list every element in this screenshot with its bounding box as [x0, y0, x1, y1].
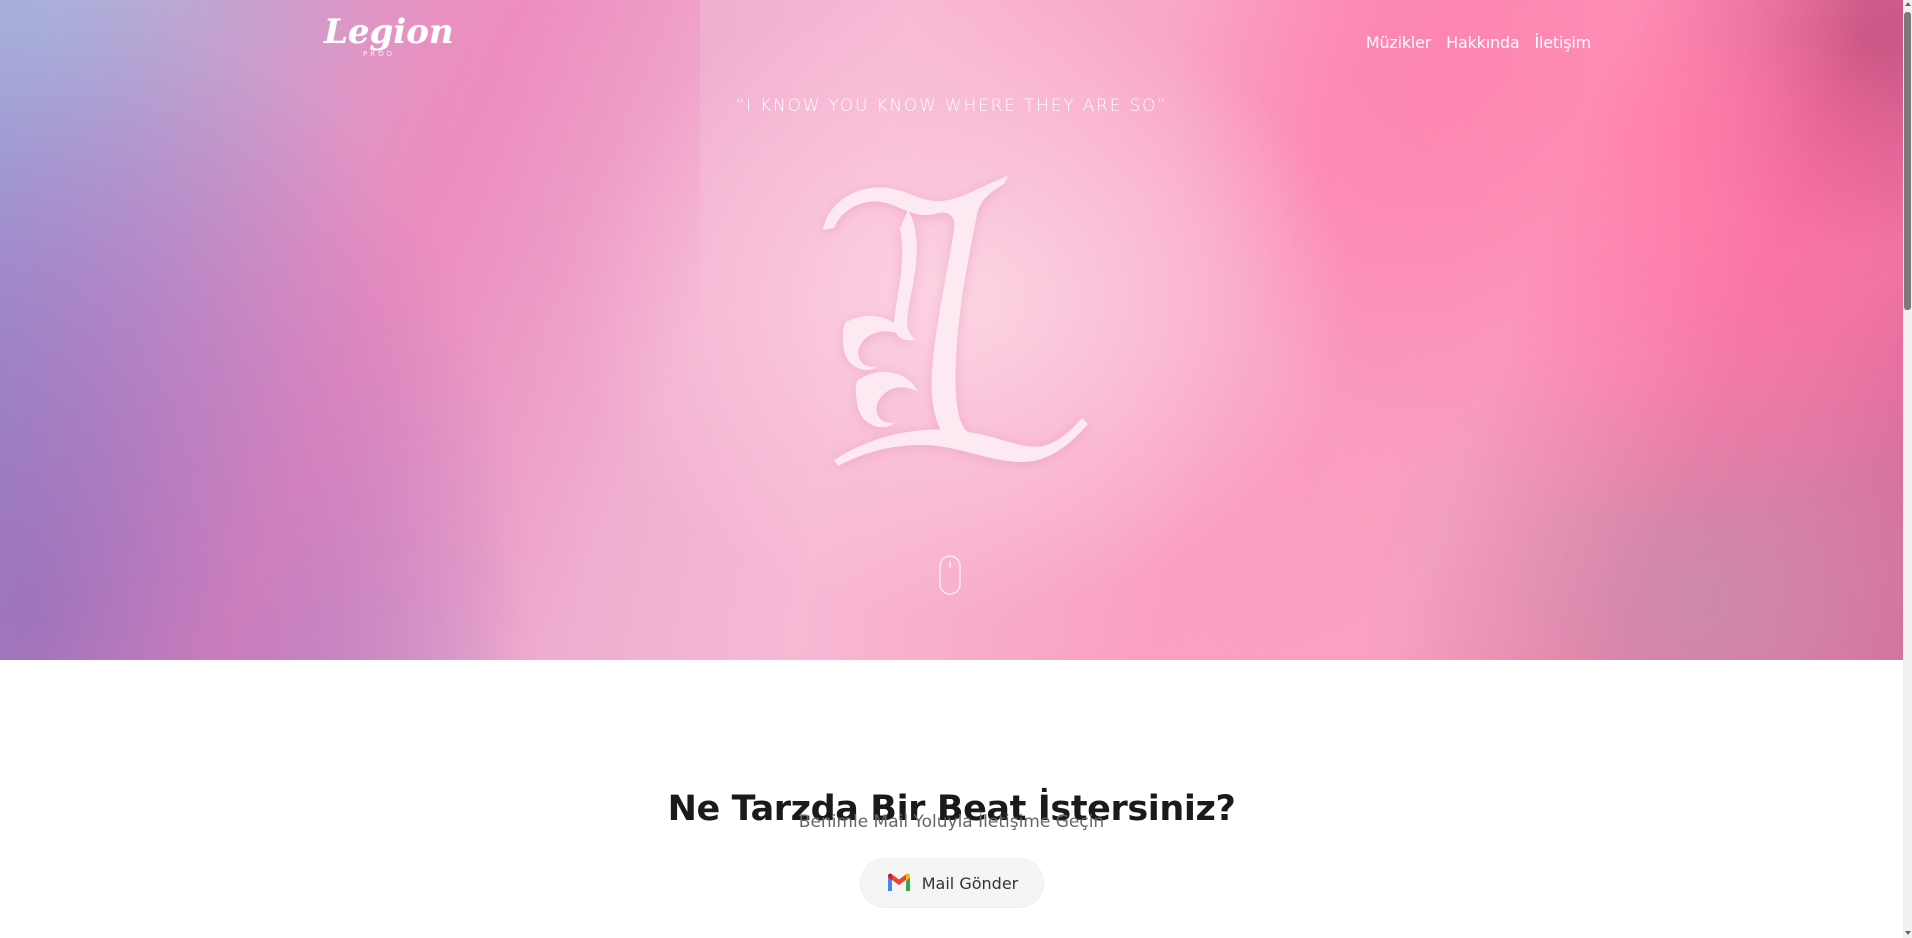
contact-subtitle: Benimle Mail Yoluyla İletişime Geçin	[798, 812, 1105, 832]
nav-item-muzikler[interactable]: Müzikler	[1366, 33, 1432, 52]
send-mail-label: Mail Gönder	[921, 873, 1019, 893]
mouse-scroll-icon[interactable]	[939, 555, 961, 595]
nav-item-iletisim[interactable]: İletişim	[1535, 33, 1592, 52]
scroll-up-icon[interactable]	[1905, 2, 1911, 6]
logo-subtext: PROD	[363, 50, 395, 58]
page-scrollbar[interactable]	[1903, 0, 1912, 938]
hero-section: Legion PROD Müzikler Hakkında İletişim “…	[0, 0, 1903, 660]
scrollbar-thumb[interactable]	[1904, 12, 1911, 310]
site-logo[interactable]: Legion PROD	[324, 12, 454, 58]
l-emblem-icon	[823, 176, 1088, 466]
page: Legion PROD Müzikler Hakkında İletişim “…	[0, 0, 1903, 938]
send-mail-button[interactable]: Mail Gönder	[860, 858, 1044, 908]
gmail-icon	[887, 873, 910, 891]
nav-item-hakkinda[interactable]: Hakkında	[1446, 33, 1520, 52]
main-nav: Müzikler Hakkında İletişim	[1366, 33, 1591, 52]
hero-quote: “I KNOW YOU KNOW WHERE THEY ARE SO”	[735, 96, 1168, 116]
logo-text: Legion	[324, 12, 454, 52]
scroll-down-icon[interactable]	[1905, 931, 1911, 935]
